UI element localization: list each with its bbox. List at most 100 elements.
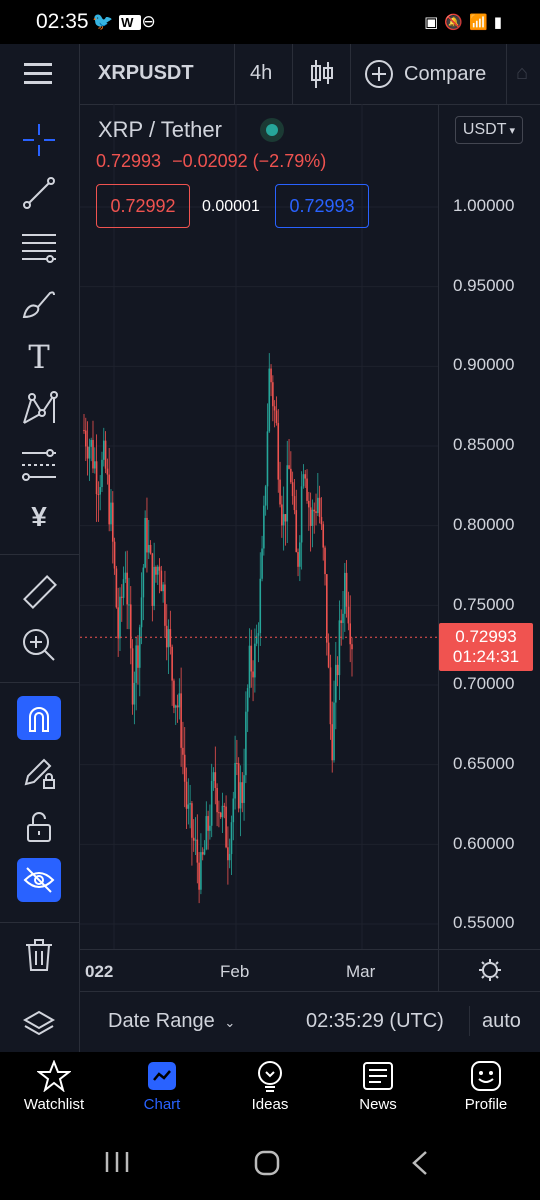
candle-body xyxy=(191,803,193,838)
candle-body xyxy=(309,507,312,526)
back-icon[interactable] xyxy=(410,1150,430,1181)
candle-body xyxy=(171,646,173,681)
candle-body xyxy=(259,578,262,634)
status-bar: 02:35 🐦 W ⊖ ▣🔕📶▮ xyxy=(0,0,540,44)
pattern-icon[interactable] xyxy=(14,386,64,432)
trash-icon[interactable] xyxy=(14,932,64,978)
nav-watchlist[interactable]: Watchlist xyxy=(4,1060,104,1113)
candle-body xyxy=(268,368,271,432)
layers-icon[interactable] xyxy=(14,1002,64,1048)
candle-body xyxy=(335,664,337,703)
nav-news[interactable]: News xyxy=(328,1060,428,1113)
candle-body xyxy=(162,584,164,592)
auto-scale-button[interactable]: auto xyxy=(482,1010,521,1033)
interval-button[interactable]: 4h xyxy=(250,62,272,85)
sell-button[interactable]: 0.72992 xyxy=(96,184,190,228)
wifi-icon: 📶 xyxy=(469,14,494,31)
status-notification-icons: 🐦 W ⊖ xyxy=(92,12,162,32)
nav-chart-label: Chart xyxy=(143,1096,181,1113)
candle-body xyxy=(245,711,247,776)
ruler-icon[interactable] xyxy=(14,570,64,616)
status-system-icons: ▣🔕📶▮ xyxy=(424,13,508,31)
candle-body xyxy=(156,566,159,575)
price-label: 1.00000 xyxy=(453,196,515,215)
compare-button[interactable]: Compare xyxy=(364,59,486,89)
candle-body xyxy=(318,497,321,517)
chart-icon xyxy=(148,1062,176,1090)
lock-drawing-icon[interactable] xyxy=(14,750,64,796)
nav-chart[interactable]: Chart xyxy=(112,1060,212,1113)
candle-body xyxy=(129,604,132,649)
candle-body xyxy=(315,511,317,513)
utc-clock[interactable]: 02:35:29 (UTC) xyxy=(306,1010,444,1033)
candle-body xyxy=(252,671,254,678)
currency-selector[interactable]: USDT ▾ xyxy=(455,116,523,144)
candle-body xyxy=(308,500,310,508)
candle-body xyxy=(207,816,209,831)
candle-body xyxy=(329,667,332,725)
trend-line-icon[interactable] xyxy=(14,170,64,216)
candle-body xyxy=(237,763,240,809)
candle-body xyxy=(273,406,276,411)
dnd-icon: ⊖ xyxy=(141,12,162,31)
candle-body xyxy=(117,607,119,639)
hamburger-icon[interactable] xyxy=(24,62,54,91)
bottom-navigation: Watchlist Chart Ideas News Profile xyxy=(0,1052,540,1124)
nav-profile[interactable]: Profile xyxy=(436,1060,536,1113)
home-icon[interactable] xyxy=(254,1150,282,1181)
candle-body xyxy=(333,702,335,761)
candle-body xyxy=(113,541,116,569)
candle-body xyxy=(313,509,316,512)
prediction-icon[interactable] xyxy=(14,442,64,488)
candle-body xyxy=(200,852,202,890)
candle-body xyxy=(198,862,200,890)
price-label: 0.55000 xyxy=(453,913,515,933)
candle-body xyxy=(236,762,238,764)
bar-countdown: 01:24:31 xyxy=(452,647,520,666)
date-range-button[interactable]: Date Range ⌄ xyxy=(108,1010,235,1033)
market-status-icon[interactable] xyxy=(260,118,284,142)
magnet-icon[interactable] xyxy=(17,696,61,740)
candles-icon[interactable] xyxy=(309,58,335,95)
twitter-icon: 🐦 xyxy=(92,12,120,31)
candle-body xyxy=(250,645,253,672)
candle-body xyxy=(196,839,199,863)
chart-pane[interactable]: XRP / Tether 0.72993 −0.02092 (−2.79%) 0… xyxy=(80,104,438,949)
settings-gear-icon[interactable] xyxy=(478,958,502,987)
candle-body xyxy=(86,446,89,459)
fib-retracement-icon[interactable] xyxy=(14,224,64,270)
candlestick-chart[interactable] xyxy=(80,104,438,949)
candle-body xyxy=(88,446,91,459)
buy-button[interactable]: 0.72993 xyxy=(275,184,369,228)
candle-body xyxy=(282,514,285,526)
candle-body xyxy=(347,606,350,624)
candle-body xyxy=(209,825,211,831)
more-tools-icon[interactable]: ⌂ xyxy=(516,62,528,85)
candle-body xyxy=(120,596,123,598)
candle-body xyxy=(153,566,155,606)
nav-ideas[interactable]: Ideas xyxy=(220,1060,320,1113)
candle-body xyxy=(327,642,330,668)
symbol-button[interactable]: XRPUSDT xyxy=(98,62,194,85)
recents-icon[interactable] xyxy=(104,1150,130,1179)
price-label: 0.65000 xyxy=(453,753,515,773)
plus-circle-icon xyxy=(365,60,393,88)
candle-body xyxy=(115,568,118,608)
price-scale[interactable]: USDT ▾ 1.00000 0.95000 0.90000 0.85000 0.800… xyxy=(438,104,540,949)
status-time: 02:35 xyxy=(36,10,89,33)
legend-prices: 0.72993 −0.02092 (−2.79%) xyxy=(96,151,326,172)
candle-body xyxy=(205,816,208,850)
candle-body xyxy=(230,822,233,855)
brush-icon[interactable] xyxy=(14,280,64,326)
candle-body xyxy=(261,548,263,579)
hide-drawings-icon[interactable] xyxy=(17,858,61,902)
candle-body xyxy=(106,468,109,475)
yen-icon[interactable]: ¥ xyxy=(14,494,64,540)
unlock-icon[interactable] xyxy=(14,804,64,850)
crosshair-icon[interactable] xyxy=(14,117,64,163)
time-scale[interactable]: 022 Feb Mar xyxy=(80,949,540,992)
zoom-in-icon[interactable] xyxy=(14,622,64,668)
candle-body xyxy=(345,572,348,607)
text-icon[interactable]: T xyxy=(14,334,64,380)
legend-pair: XRP / Tether xyxy=(98,117,222,142)
